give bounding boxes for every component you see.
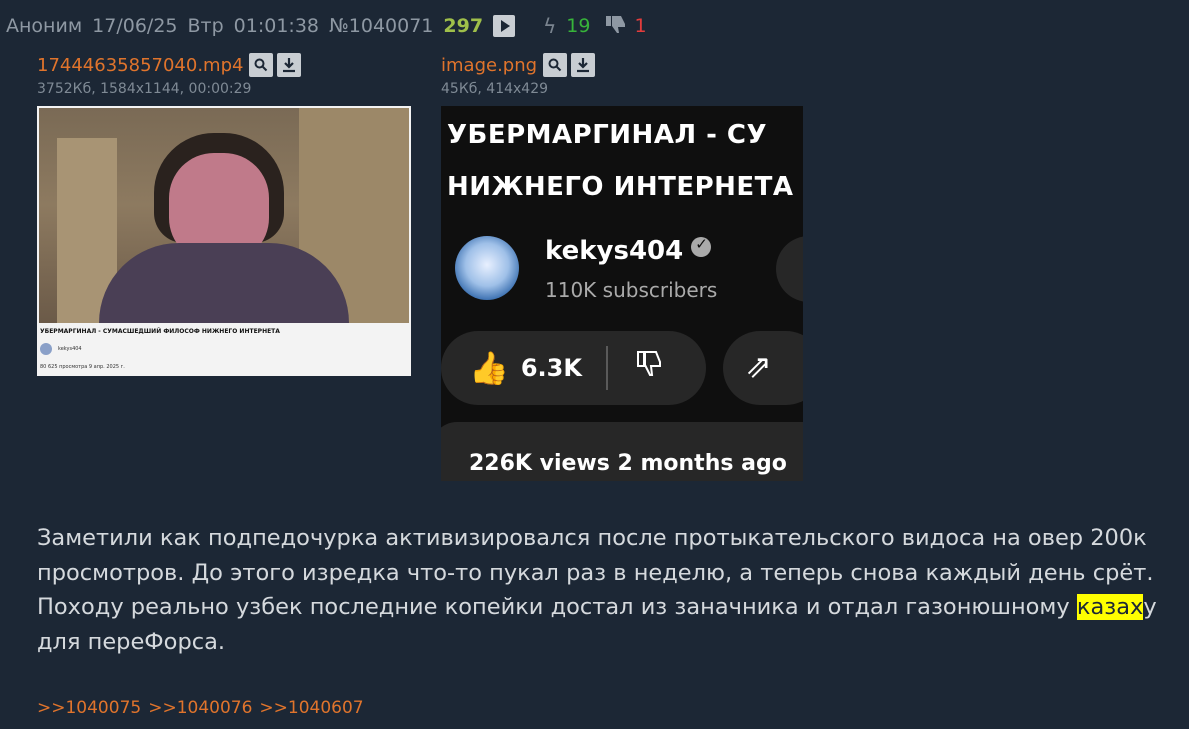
image-title-line1: УБЕРМАРГИНАЛ - СУ: [447, 120, 768, 150]
image-like-count: 6.3K: [520, 354, 582, 382]
subscribe-button: [776, 236, 803, 302]
channel-avatar: [455, 236, 519, 300]
download-icon[interactable]: [571, 53, 596, 77]
video-preview-channel-row: kekys404: [40, 342, 408, 356]
channel-name: kekys404: [545, 236, 684, 266]
webcam-frame: [39, 108, 409, 323]
download-icon[interactable]: [277, 53, 302, 77]
reply-link-1[interactable]: >>1040075: [37, 698, 141, 718]
play-icon[interactable]: [493, 15, 516, 37]
post-weekday: Втр: [187, 15, 224, 37]
post-date: 17/06/25: [92, 15, 178, 37]
subscriber-count: 110K subscribers: [545, 278, 718, 302]
comment-text-before: Заметили как подпедочурка активизировалс…: [37, 525, 1154, 620]
like-dislike-pill: 👍 6.3K: [441, 331, 706, 405]
verified-icon: [691, 235, 712, 257]
share-icon: ⇗: [745, 347, 772, 385]
image-thumbnail[interactable]: УБЕРМАРГИНАЛ - СУ НИЖНЕГО ИНТЕРНЕТА keky…: [441, 106, 803, 481]
file-meta-video: 3752Кб, 1584x1144, 00:00:29: [37, 81, 252, 97]
author-name: Аноним: [6, 15, 83, 37]
channel-name-row: kekys404: [545, 235, 712, 266]
image-views: 226K views 2 months ago: [469, 451, 787, 476]
search-icon[interactable]: [249, 53, 274, 77]
bolt-icon[interactable]: ϟ: [543, 14, 556, 38]
comment-highlight: казах: [1076, 594, 1144, 620]
video-thumbnail[interactable]: УБЕРМАРГИНАЛ - СУМАСШЕДШИЙ ФИЛОСОФ НИЖНЕ…: [37, 106, 411, 376]
avatar: [40, 343, 52, 355]
file-name-image[interactable]: image.png: [441, 55, 537, 76]
post-comment: Заметили как подпедочурка активизировалс…: [37, 521, 1177, 659]
person-figure: [99, 133, 349, 323]
image-title-line2: НИЖНЕГО ИНТЕРНЕТА: [447, 172, 794, 202]
post-number[interactable]: №1040071: [329, 15, 433, 37]
post-header: Аноним 17/06/25 Втр 01:01:38 №1040071 29…: [6, 13, 647, 39]
video-preview-views: 80 625 просмотра 9 апр. 2025 г.: [40, 364, 125, 370]
thumbs-down-icon[interactable]: [604, 14, 628, 39]
reply-link-3[interactable]: >>1040607: [259, 698, 363, 718]
share-pill: ⇗: [723, 331, 803, 405]
like-count[interactable]: 19: [566, 15, 590, 37]
file-video: 17444635857040.mp4 3752Кб, 1584x1144, 00…: [37, 52, 302, 97]
search-icon[interactable]: [543, 53, 568, 77]
reply-link-2[interactable]: >>1040076: [148, 698, 252, 718]
post-count: 297: [443, 15, 484, 37]
file-image: image.png 45Кб, 414x429: [441, 52, 596, 97]
thumbs-up-icon: 👍: [469, 349, 509, 387]
reply-links: >>1040075 >>1040076 >>1040607: [37, 698, 364, 718]
thumbs-down-icon: [634, 349, 664, 387]
video-preview-channel: kekys404: [58, 346, 82, 352]
post-time: 01:01:38: [233, 15, 320, 37]
dislike-count[interactable]: 1: [634, 15, 646, 37]
file-name-video[interactable]: 17444635857040.mp4: [37, 55, 243, 76]
file-meta-image: 45Кб, 414x429: [441, 81, 549, 97]
video-preview-title: УБЕРМАРГИНАЛ - СУМАСШЕДШИЙ ФИЛОСОФ НИЖНЕ…: [40, 328, 280, 335]
